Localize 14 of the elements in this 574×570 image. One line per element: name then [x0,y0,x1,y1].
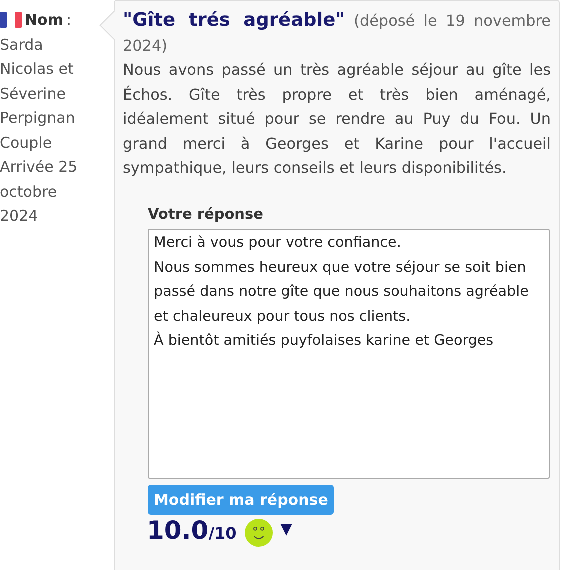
score: 10.0/10 [147,519,237,547]
review-heading: "Gîte trés agréable" (déposé le 19 novembre 2024) [123,9,551,56]
arrival-date: Arrivée 25 octobre 2024 [0,157,79,227]
response-label: Votre réponse [148,206,264,224]
reviewer-city: Perpignan [0,108,76,129]
dropdown-toggle[interactable]: ▼ [280,516,292,542]
smiley-icon [244,519,273,547]
response-field[interactable]: Merci à vous pour votre confiance. Nous sommes heureux que votre séjour se soit bien passé dans notre gîte que nous souhaitons agréable et chaleureux pour tous nos clients. À bientôt amitiés puyfolaises karine et Georges [148,229,550,479]
review-text: Nous avons passé un très agréable séjour au gîte les Échos. Gîte très propre et très bien aménagé, idéalement situé pour se rendre au Puy du Fou. Un grand merci à Georges et Karine pour l'accueil sympathique, leurs conseils et leurs disponibilités. [123,60,551,179]
name-label: Nom [25,10,64,31]
reviewer-group: Couple [0,130,92,155]
flag-icon [0,12,22,28]
reviewer-name: Sarda Nicolas et Séverine [0,34,75,104]
separator: : [66,10,72,31]
